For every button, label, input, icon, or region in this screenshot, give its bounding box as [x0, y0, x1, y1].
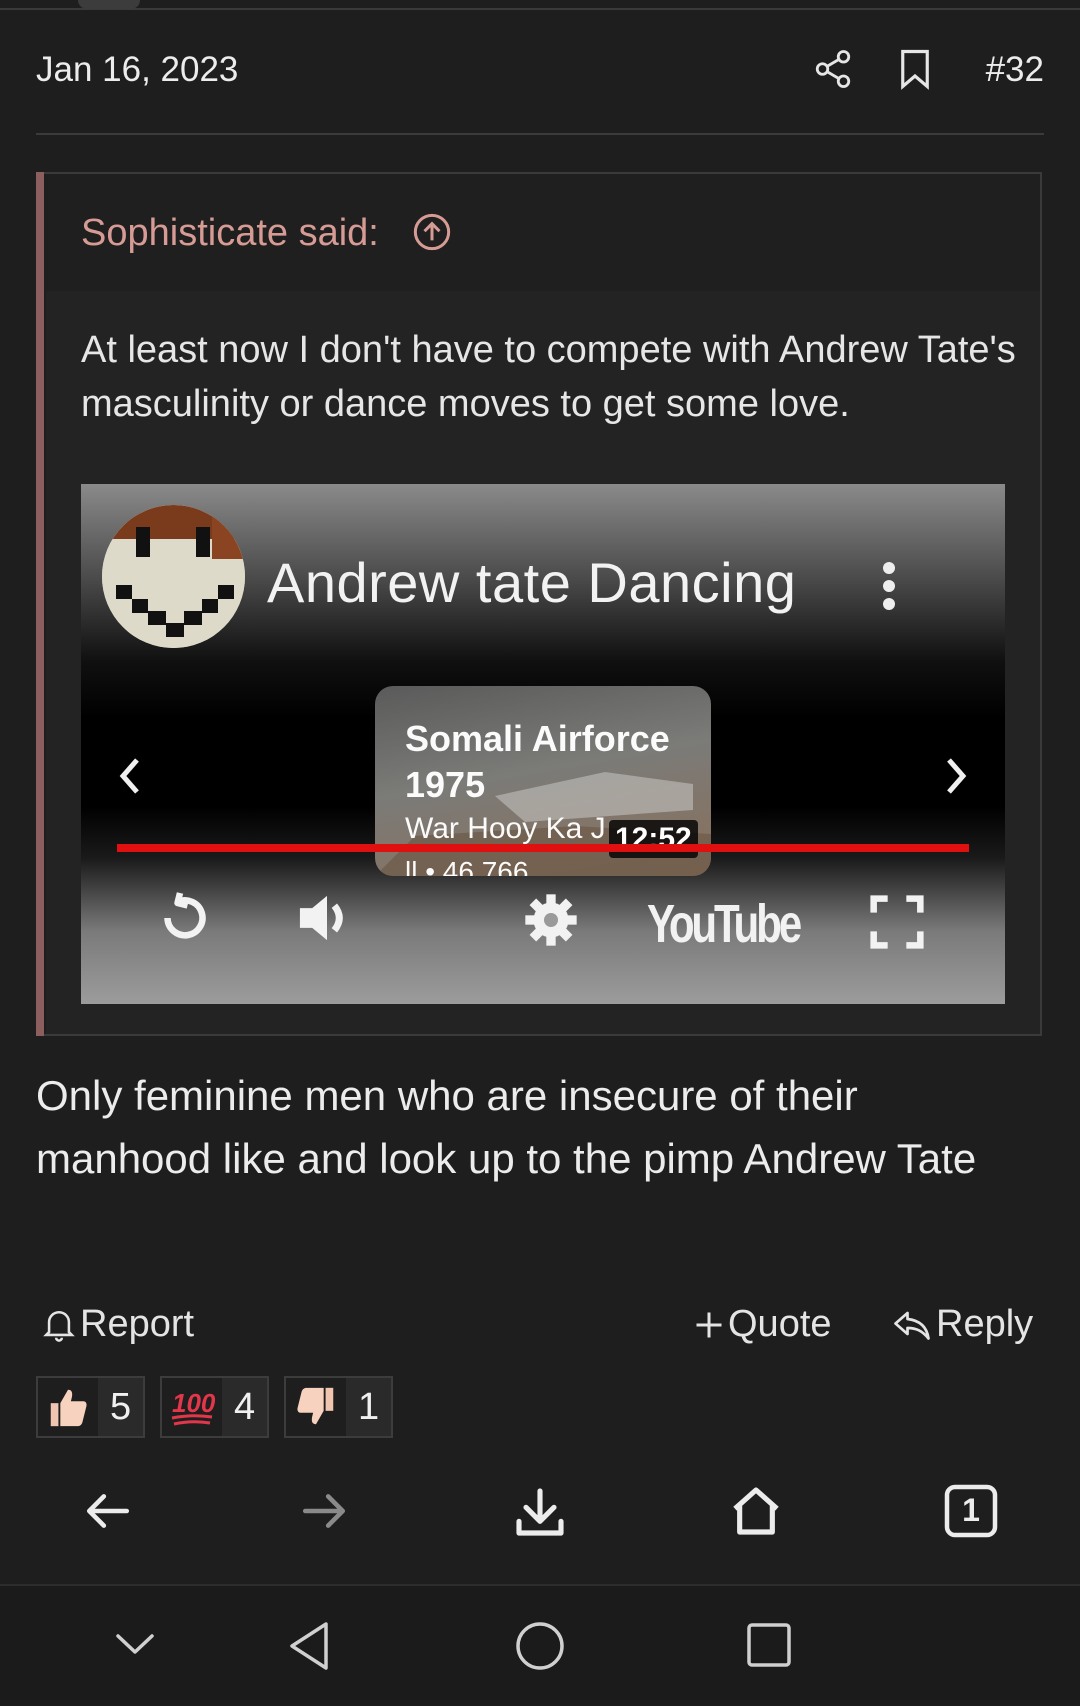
- more-options-icon[interactable]: [881, 560, 897, 612]
- post-message: Only feminine men who are insecure of th…: [36, 1072, 977, 1182]
- post-date[interactable]: Jan 16, 2023: [36, 50, 238, 90]
- reaction-dislike[interactable]: 1: [284, 1376, 394, 1438]
- recents-square-icon[interactable]: [746, 1622, 792, 1668]
- quote-label: Quote: [728, 1303, 832, 1345]
- report-button[interactable]: Report: [42, 1303, 194, 1346]
- chevron-left-icon[interactable]: [117, 756, 143, 796]
- report-label: Report: [80, 1303, 195, 1345]
- post-number[interactable]: #32: [986, 50, 1044, 90]
- share-icon[interactable]: [812, 48, 854, 90]
- tabs-count: 1: [962, 1492, 980, 1528]
- reply-label: Reply: [936, 1303, 1034, 1345]
- suggested-video-duration: 12:52: [609, 820, 698, 858]
- quote-button[interactable]: Quote: [694, 1303, 832, 1346]
- video-progress-bar[interactable]: [117, 844, 969, 852]
- reaction-dislike-count: 1: [346, 1378, 392, 1436]
- reaction-hundred[interactable]: 100 4: [160, 1376, 270, 1438]
- reaction-like[interactable]: 5: [36, 1376, 146, 1438]
- reply-button[interactable]: Reply: [892, 1303, 1033, 1346]
- suggested-video-channel: War Hooy Ka J: [405, 812, 606, 845]
- reply-icon: [892, 1307, 932, 1343]
- video-embed[interactable]: Andrew tate Dancing Somali Airforce 1975…: [81, 484, 1005, 1004]
- reaction-hundred-count: 4: [222, 1378, 268, 1436]
- quote-text: At least now I don't have to compete wit…: [81, 329, 1016, 425]
- tabs-icon[interactable]: 1: [944, 1484, 998, 1538]
- suggested-video-views: ll • 46,766: [405, 856, 529, 876]
- top-divider: [0, 8, 1080, 10]
- thumbs-up-icon: [38, 1378, 98, 1436]
- quote-author[interactable]: Sophisticate said:: [81, 212, 379, 255]
- bell-icon: [42, 1306, 76, 1344]
- home-circle-icon[interactable]: [514, 1620, 566, 1672]
- back-triangle-icon[interactable]: [286, 1620, 332, 1672]
- forward-arrow-icon[interactable]: [298, 1486, 350, 1536]
- thumbs-down-icon: [286, 1378, 346, 1436]
- reaction-like-count: 5: [98, 1378, 144, 1436]
- scroll-tab: [78, 0, 140, 9]
- hundred-points-icon: 100: [162, 1378, 222, 1436]
- chevron-right-icon[interactable]: [943, 756, 969, 796]
- suggested-video-title: Somali Airforce 1975: [405, 718, 670, 805]
- settings-icon[interactable]: [523, 892, 579, 948]
- volume-icon[interactable]: [295, 888, 359, 948]
- collapse-icon[interactable]: [114, 1630, 156, 1658]
- plus-icon: [694, 1310, 724, 1340]
- replay-icon[interactable]: [155, 888, 215, 948]
- arrow-up-circle-icon[interactable]: [412, 212, 452, 252]
- header-divider: [36, 133, 1044, 135]
- quote-accent-bar: [36, 172, 44, 1036]
- download-icon[interactable]: [512, 1484, 568, 1540]
- youtube-brand-text: YouTube: [647, 894, 801, 952]
- video-title[interactable]: Andrew tate Dancing: [267, 550, 796, 615]
- back-arrow-icon[interactable]: [82, 1486, 134, 1536]
- svg-text:100: 100: [172, 1388, 216, 1418]
- home-icon[interactable]: [728, 1482, 784, 1540]
- fullscreen-icon[interactable]: [869, 894, 925, 950]
- bookmark-icon[interactable]: [896, 48, 934, 90]
- youtube-logo[interactable]: YouTube: [647, 894, 803, 952]
- channel-avatar[interactable]: [102, 505, 245, 648]
